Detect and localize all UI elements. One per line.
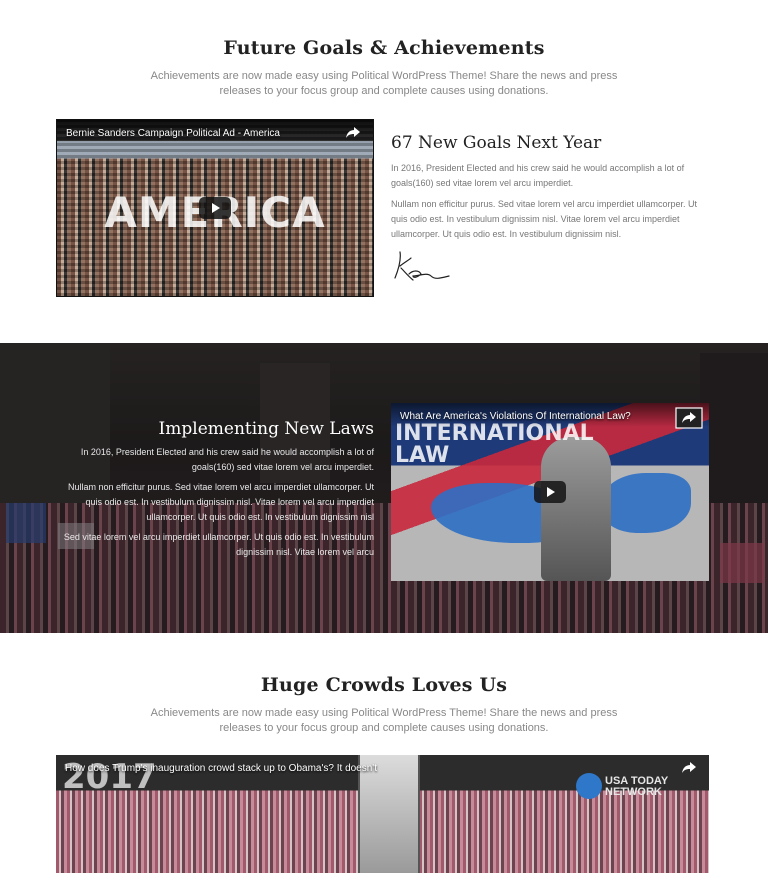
subtitle-line: Achievements are now made easy using Pol…	[150, 707, 618, 719]
laws-paragraph: In 2016, President Elected and his crew …	[80, 447, 374, 472]
network-label: USA TODAY NETWORK	[605, 776, 668, 798]
subtitle-line: releases to your focus group and complet…	[219, 722, 549, 734]
share-icon[interactable]	[681, 761, 697, 775]
play-icon[interactable]	[534, 481, 566, 503]
share-icon[interactable]	[675, 407, 703, 429]
video-title[interactable]: How does Trump's inauguration crowd stac…	[65, 763, 377, 774]
video-embed-america[interactable]: AMERICA Bernie Sanders Campaign Politica…	[56, 119, 374, 297]
laws-block: Implementing New Laws In 2016, President…	[56, 419, 374, 560]
section-subtitle: Achievements are now made easy using Pol…	[0, 69, 768, 99]
goals-block: 67 New Goals Next Year In 2016, Presiden…	[391, 133, 711, 290]
goals-title: 67 New Goals Next Year	[391, 133, 602, 153]
laws-band: Implementing New Laws In 2016, President…	[0, 343, 768, 633]
video-title[interactable]: Bernie Sanders Campaign Political Ad - A…	[66, 128, 280, 139]
goals-paragraph: Nullam non efficitur purus. Sed vitae lo…	[391, 199, 697, 239]
signature-icon	[394, 251, 450, 281]
laws-paragraph: Sed vitae lorem vel arcu imperdiet ullam…	[63, 532, 374, 557]
subtitle-line: releases to your focus group and complet…	[219, 85, 549, 97]
goals-section-header: Future Goals & Achievements Achievements…	[0, 37, 768, 99]
overlay-line: LAW	[395, 443, 450, 468]
share-icon[interactable]	[345, 126, 361, 140]
video-embed-international-law[interactable]: INTERNATIONAL LAW What Are America's Vio…	[391, 403, 709, 581]
crowds-section-header: Huge Crowds Loves Us Achievements are no…	[0, 674, 768, 736]
video-title[interactable]: What Are America's Violations Of Interna…	[400, 411, 631, 422]
section-title: Future Goals & Achievements	[223, 37, 545, 59]
subtitle-line: Achievements are now made easy using Pol…	[150, 70, 618, 82]
laws-title: Implementing New Laws	[158, 419, 374, 439]
usa-today-logo-icon	[576, 773, 602, 799]
section-title: Huge Crowds Loves Us	[260, 674, 508, 696]
laws-paragraph: Nullam non efficitur purus. Sed vitae lo…	[68, 482, 374, 522]
network-line: NETWORK	[605, 786, 662, 798]
video-overlay-text: INTERNATIONAL LAW	[395, 423, 594, 467]
section-subtitle: Achievements are now made easy using Pol…	[0, 706, 768, 736]
goals-paragraph: In 2016, President Elected and his crew …	[391, 163, 685, 188]
video-embed-inauguration-crowd[interactable]: 2017 How does Trump's inauguration crowd…	[56, 755, 709, 873]
world-map-shape	[601, 473, 691, 533]
play-icon[interactable]	[199, 197, 231, 219]
